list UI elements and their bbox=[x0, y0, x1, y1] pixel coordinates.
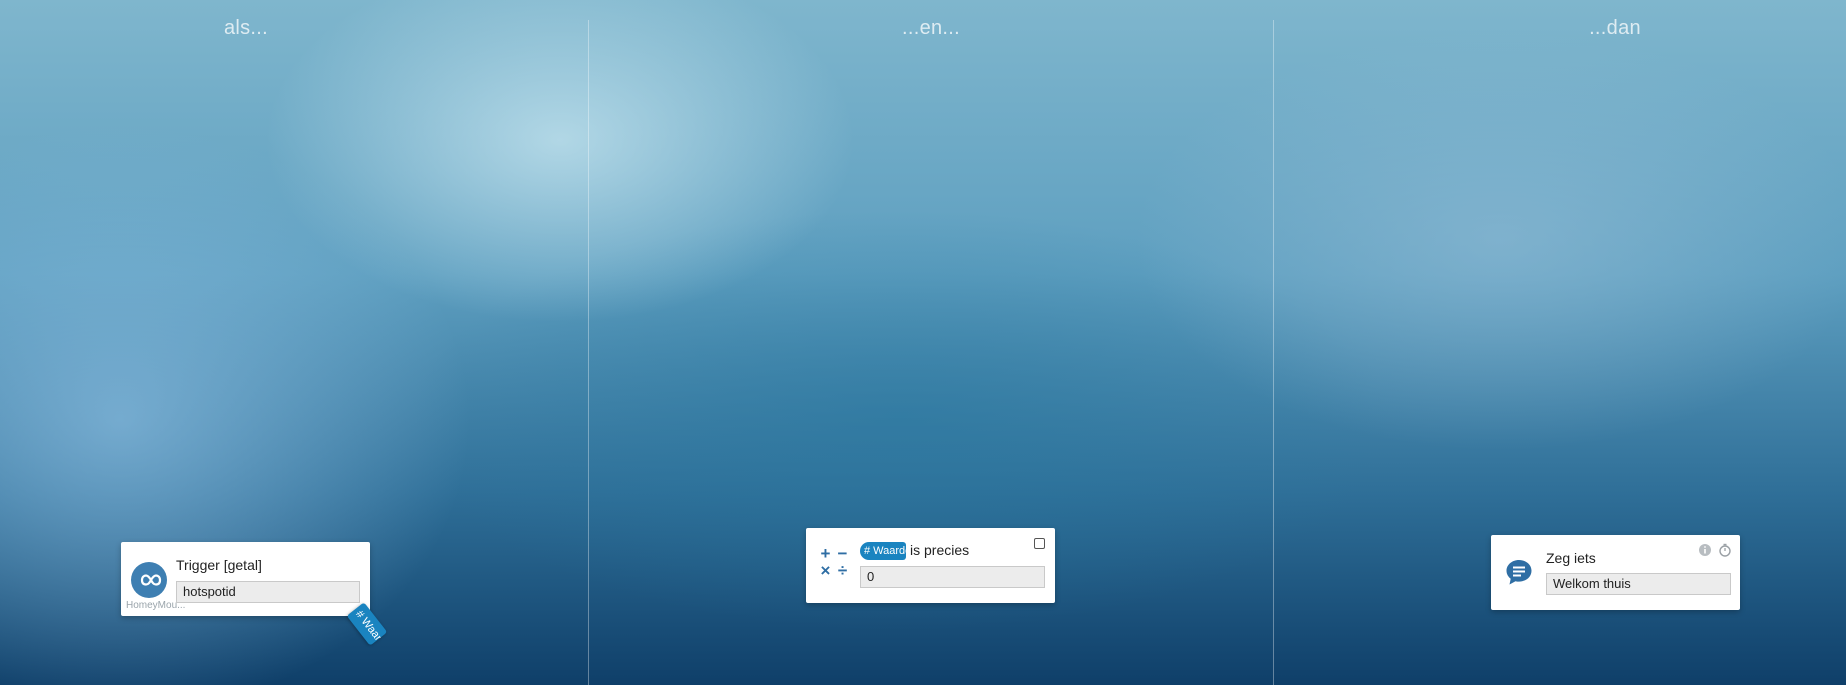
calculator-icon: + − × ÷ bbox=[817, 545, 851, 581]
trigger-title: Trigger [getal] bbox=[176, 557, 262, 573]
trigger-input[interactable]: hotspotid bbox=[176, 581, 360, 603]
action-title: Zeg iets bbox=[1546, 550, 1596, 566]
condition-text: is precies bbox=[910, 542, 970, 558]
infinity-icon bbox=[131, 562, 167, 598]
plus-icon: + bbox=[820, 544, 831, 563]
divide-icon: ÷ bbox=[837, 561, 848, 580]
action-card[interactable]: Zeg iets Welkom thuis bbox=[1491, 535, 1740, 610]
invert-checkbox[interactable] bbox=[1034, 538, 1045, 549]
stopwatch-icon[interactable] bbox=[1718, 543, 1732, 557]
multiply-icon: × bbox=[820, 561, 831, 580]
minus-icon: − bbox=[837, 544, 848, 563]
column-heading-when: als... bbox=[223, 17, 269, 39]
condition-card[interactable]: + − × ÷ # Waarde is precies 0 bbox=[806, 528, 1055, 603]
action-input[interactable]: Welkom thuis bbox=[1546, 573, 1731, 595]
condition-input[interactable]: 0 bbox=[860, 566, 1045, 588]
speech-bubble-icon bbox=[1504, 557, 1534, 587]
trigger-card[interactable]: HomeyMou... Trigger [getal] hotspotid bbox=[121, 542, 370, 616]
token-chip[interactable]: # Waarde bbox=[860, 542, 906, 560]
info-icon[interactable] bbox=[1698, 543, 1712, 557]
column-heading-and: ...en... bbox=[902, 17, 960, 39]
column-heading-then: ...dan bbox=[1589, 17, 1641, 39]
